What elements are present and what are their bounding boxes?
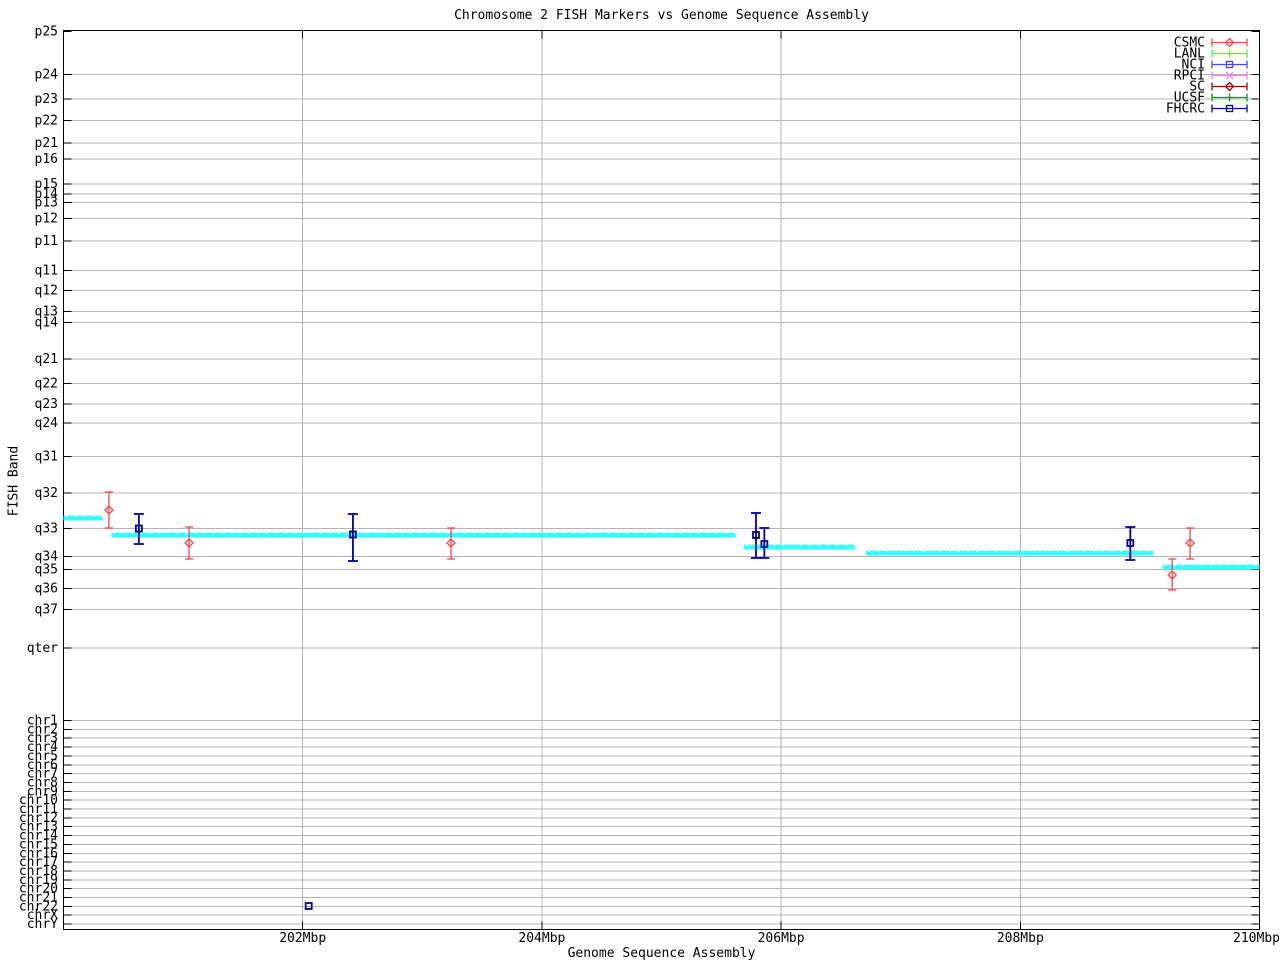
- y-tick-label: chrY: [27, 917, 58, 932]
- assembly-band: [63, 515, 103, 521]
- y-tick-label: p16: [35, 152, 58, 167]
- y-tick-label: p11: [35, 234, 58, 249]
- y-tick-label: p23: [35, 92, 58, 107]
- y-tick-label: q32: [35, 486, 58, 501]
- x-tick-label: 202Mbp: [279, 931, 326, 946]
- y-tick-label: q37: [35, 603, 58, 618]
- y-tick-label: p12: [35, 212, 58, 227]
- y-tick-label: qter: [27, 641, 58, 656]
- x-tick-label: 210Mbp: [1233, 931, 1280, 946]
- y-tick-label: q36: [35, 582, 58, 597]
- y-tick-label: q14: [35, 316, 59, 331]
- y-tick-label: q11: [35, 264, 58, 279]
- y-tick-label: p13: [35, 196, 58, 211]
- chart-title: Chromosome 2 FISH Markers vs Genome Sequ…: [454, 8, 869, 23]
- y-axis-title: FISH Band: [6, 445, 22, 517]
- y-tick-label: p25: [35, 25, 58, 40]
- y-tick-label: q22: [35, 377, 58, 392]
- plot-area: p25p24p23p22p21p16p15p14p13p12p11q11q12q…: [19, 25, 1280, 947]
- y-tick-label: q35: [35, 563, 58, 578]
- x-tick-label: 204Mbp: [518, 931, 565, 946]
- y-tick-label: q33: [35, 522, 58, 537]
- y-tick-label: q24: [35, 416, 59, 431]
- plot-border: [62, 29, 1261, 931]
- y-tick-label: q31: [35, 450, 58, 465]
- assembly-band: [866, 550, 1154, 556]
- legend-label-fhcrc: FHCRC: [1166, 102, 1205, 117]
- y-tick-label: p21: [35, 136, 58, 151]
- y-tick-label: q21: [35, 352, 58, 367]
- x-axis-title: Genome Sequence Assembly: [567, 946, 756, 960]
- y-tick-label: q12: [35, 284, 58, 299]
- x-tick-label: 208Mbp: [997, 931, 1044, 946]
- y-tick-label: p22: [35, 114, 58, 129]
- y-tick-label: q23: [35, 397, 58, 412]
- y-tick-label: p24: [35, 68, 59, 83]
- chart-canvas: Chromosome 2 FISH Markers vs Genome Sequ…: [0, 0, 1280, 960]
- x-tick-label: 206Mbp: [758, 931, 805, 946]
